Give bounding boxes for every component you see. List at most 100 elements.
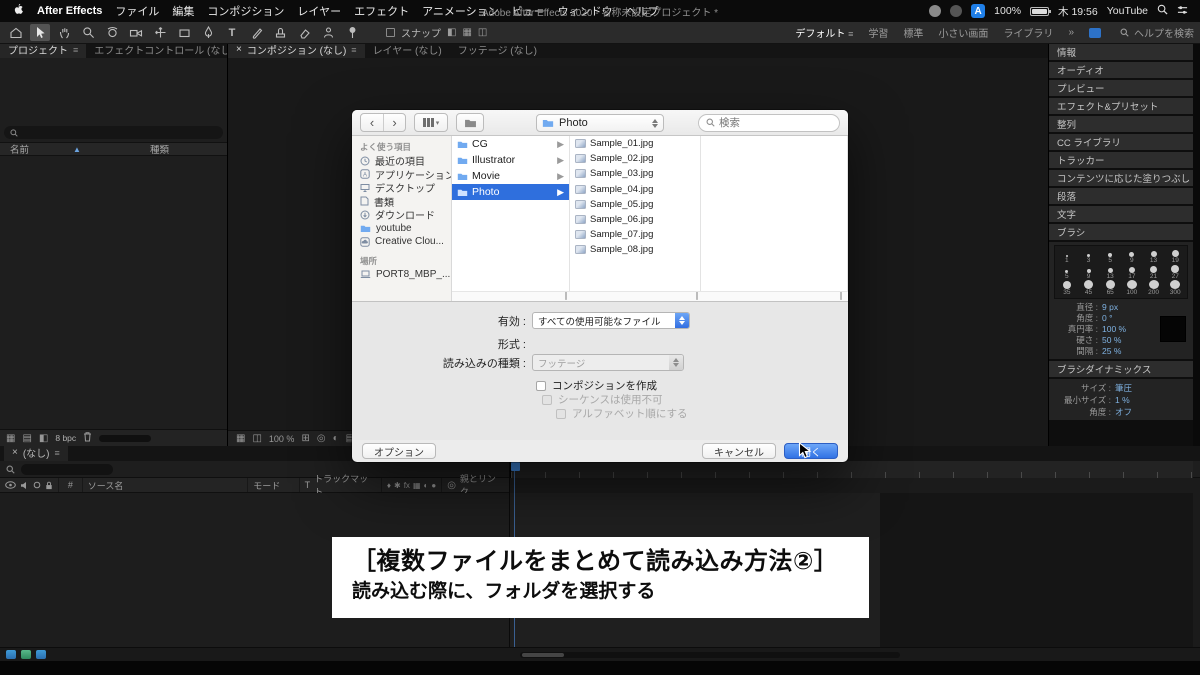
selection-tool[interactable] (30, 24, 50, 41)
file-row[interactable]: Sample_04.jpg (570, 182, 700, 197)
brush-angle-value[interactable]: 0 ° (1102, 313, 1113, 324)
panel-character[interactable]: 文字 (1049, 206, 1193, 222)
brush-roundness-value[interactable]: 100 % (1102, 324, 1126, 335)
workspace-overflow-icon[interactable]: » (1068, 27, 1074, 38)
brush-tool[interactable] (246, 24, 266, 41)
panel-cc-libraries[interactable]: CC ライブラリ (1049, 134, 1193, 150)
workspace-library[interactable]: ライブラリ (1003, 25, 1053, 40)
file-row[interactable]: Sample_07.jpg (570, 227, 700, 242)
panel-effects-presets[interactable]: エフェクト&プリセット (1049, 98, 1193, 114)
panel-paragraph[interactable]: 段落 (1049, 188, 1193, 204)
sidebar-item-documents[interactable]: 書類 (352, 195, 451, 209)
column-track-matte[interactable]: T トラックマット (300, 474, 382, 497)
create-comp-checkbox-row[interactable]: コンポジションを作成 (536, 378, 657, 393)
brush-spacing-value[interactable]: 25 % (1102, 346, 1121, 357)
timeline-horizontal-scrollbar[interactable] (520, 651, 900, 658)
pen-tool[interactable] (198, 24, 218, 41)
panel-brushes[interactable]: ブラシ (1049, 224, 1193, 240)
file-row[interactable]: Sample_01.jpg (570, 136, 700, 151)
panel-audio[interactable]: オーディオ (1049, 62, 1193, 78)
panel-brush-dynamics[interactable]: ブラシダイナミックス (1049, 361, 1193, 377)
folder-row-photo-selected[interactable]: Photo ▶ (452, 184, 569, 200)
browser-scroll-strip[interactable]: ∥ ∥ ∥ (452, 291, 848, 301)
column-parent-link[interactable]: ◎ 親とリンク (442, 474, 509, 497)
menu-layer[interactable]: レイヤー (297, 3, 341, 19)
camera-tool[interactable] (126, 24, 146, 41)
panel-menu-icon[interactable]: ≡ (55, 448, 60, 458)
lock-icon[interactable] (45, 481, 53, 490)
project-search-input[interactable] (4, 126, 223, 139)
folder-row-movie[interactable]: Movie ▶ (452, 168, 569, 184)
apple-icon[interactable] (12, 3, 24, 19)
panel-info[interactable]: 情報 (1049, 44, 1193, 60)
menu-file[interactable]: ファイル (115, 3, 159, 19)
youtube-menu-item[interactable]: YouTube (1107, 5, 1148, 17)
control-center-icon[interactable] (1177, 5, 1188, 18)
panel-tracker[interactable]: トラッカー (1049, 152, 1193, 168)
brush-hardness-value[interactable]: 50 % (1102, 335, 1121, 346)
enable-popup[interactable]: すべての使用可能なファイル (532, 312, 690, 329)
collapse-icon[interactable]: ✱ (394, 481, 401, 490)
sidebar-item-youtube[interactable]: youtube (352, 222, 451, 236)
magnification-icon[interactable]: ◫ (252, 433, 261, 444)
status-app-icon-2[interactable] (950, 5, 963, 17)
column-mode[interactable]: モード (248, 478, 300, 492)
thumbnail-slider[interactable] (99, 434, 152, 442)
folder-row-cg[interactable]: CG ▶ (452, 136, 569, 152)
panel-preview[interactable]: プレビュー (1049, 80, 1193, 96)
frame-blend-icon[interactable]: ▦ (413, 481, 421, 490)
file-row[interactable]: Sample_06.jpg (570, 212, 700, 227)
zoom-tool[interactable] (78, 24, 98, 41)
puppet-pin-tool[interactable] (342, 24, 362, 41)
three-d-icon[interactable]: ● (431, 481, 436, 490)
panel-menu-icon[interactable]: ≡ (73, 45, 78, 55)
workspace-standard[interactable]: 標準 (903, 25, 923, 40)
close-tab-icon[interactable]: × (12, 447, 18, 458)
expand-option-icon[interactable]: ◫ (478, 27, 487, 38)
solo-icon[interactable] (33, 481, 41, 489)
home-tool[interactable] (6, 24, 26, 41)
workspace-default[interactable]: デフォルト ≡ (795, 25, 853, 40)
new-folder-icon[interactable]: ▤ (22, 433, 31, 444)
menu-effect[interactable]: エフェクト (354, 3, 409, 19)
workspace-menu-icon[interactable]: ≡ (848, 29, 853, 39)
dynamics-angle-value[interactable]: オフ (1115, 406, 1132, 418)
panel-menu-icon[interactable]: ≡ (351, 45, 356, 55)
shy-icon[interactable]: ♦ (387, 481, 391, 490)
folder-row-illustrator[interactable]: Illustrator ▶ (452, 152, 569, 168)
switches-modes-icon[interactable] (36, 650, 46, 659)
timeline-search-input[interactable] (21, 463, 113, 475)
cancel-button[interactable]: キャンセル (702, 443, 776, 459)
create-comp-checkbox[interactable] (536, 380, 546, 391)
sidebar-item-recents[interactable]: 最近の項目 (352, 154, 451, 168)
sidebar-item-creative-cloud[interactable]: Creative Clou... (352, 235, 451, 249)
pan-behind-tool[interactable] (150, 24, 170, 41)
menubar-clock[interactable]: 木 19:56 (1058, 4, 1098, 19)
shape-tool[interactable] (174, 24, 194, 41)
draft-3d-icon[interactable] (21, 650, 31, 659)
text-tool[interactable]: T (222, 24, 242, 41)
hand-tool[interactable] (54, 24, 74, 41)
column-resize-handle[interactable]: ∥ (564, 291, 569, 300)
audio-speaker-icon[interactable] (20, 481, 29, 490)
snap-option-icon[interactable]: ◧ (447, 27, 456, 38)
forward-button[interactable]: › (383, 114, 405, 131)
column-kind[interactable]: 種類 (150, 142, 169, 156)
comp-mini-flowchart-icon[interactable] (6, 650, 16, 659)
import-kind-popup[interactable]: フッテージ (532, 354, 684, 371)
input-method-icon[interactable]: A (971, 4, 986, 18)
dialog-search-input[interactable] (719, 116, 819, 129)
sidebar-item-downloads[interactable]: ダウンロード (352, 208, 451, 222)
back-button[interactable]: ‹ (361, 114, 383, 131)
workspace-small-screen[interactable]: 小さい画面 (938, 25, 988, 40)
brush-diameter-value[interactable]: 9 px (1102, 302, 1118, 313)
help-search-field[interactable]: ヘルプを検索 (1120, 25, 1194, 40)
tab-timeline[interactable]: × (なし) ≡ (4, 444, 68, 461)
file-row[interactable]: Sample_08.jpg (570, 242, 700, 257)
file-row[interactable]: Sample_02.jpg (570, 151, 700, 166)
column-resize-handle[interactable]: ∥ (695, 291, 700, 300)
time-ruler[interactable] (510, 461, 1193, 478)
column-resize-handle[interactable]: ∥ (839, 291, 844, 300)
file-row[interactable]: Sample_03.jpg (570, 166, 700, 181)
effects-icon[interactable]: fx (404, 481, 410, 490)
